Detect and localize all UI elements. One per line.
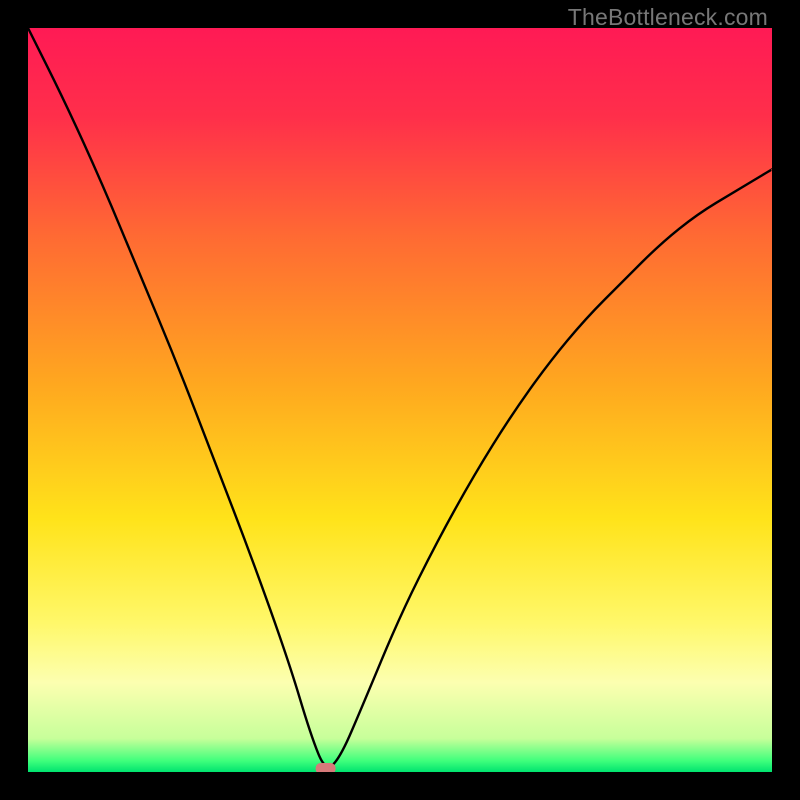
chart-curve-layer <box>28 28 772 772</box>
plot-area <box>28 28 772 772</box>
optimum-marker <box>316 763 336 772</box>
chart-frame: TheBottleneck.com <box>0 0 800 800</box>
watermark-text: TheBottleneck.com <box>568 4 768 31</box>
bottleneck-curve <box>28 28 772 767</box>
